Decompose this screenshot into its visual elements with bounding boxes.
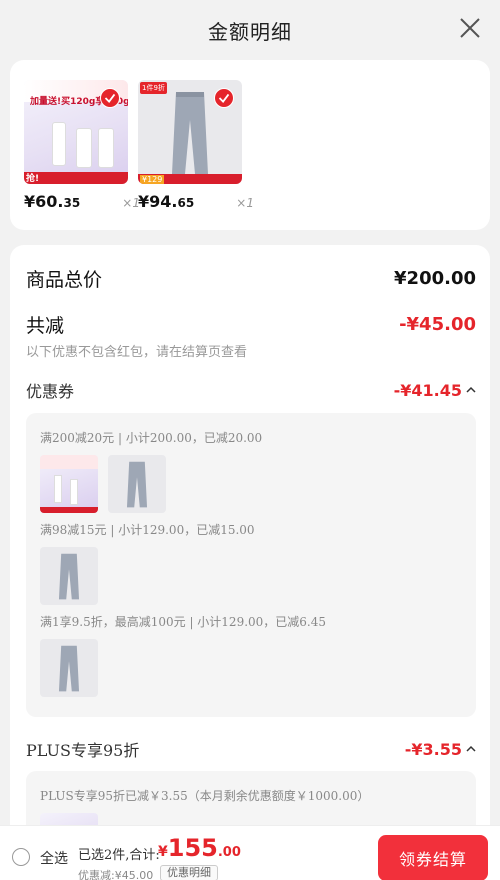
total-reduce-row: 共减 -¥45.00 bbox=[26, 311, 476, 338]
coupon-line: 满200减20元 | 小计200.00，已减20.00 bbox=[40, 431, 263, 445]
total-amount: ¥155.00 bbox=[158, 834, 241, 862]
products-card: 加量送!买120g享220g 抢! ¥60.35 ×1 1件9折 ¥129 ¥9… bbox=[10, 60, 490, 230]
selected-info: 已选2件,合计: bbox=[78, 848, 160, 863]
select-all-radio[interactable] bbox=[12, 848, 30, 866]
checkout-bar: 全选 已选2件,合计: ¥155.00 优惠减:¥45.00 优惠明细 领券结算 bbox=[0, 825, 500, 880]
product-price: ¥60.35 bbox=[24, 192, 81, 211]
coupon-product-thumbnail bbox=[40, 547, 98, 605]
coupon-row[interactable]: 优惠券 -¥41.45 bbox=[26, 378, 476, 402]
price-detail-card: 商品总价 ¥200.00 共减 -¥45.00 以下优惠不包含红包，请在结算页查… bbox=[10, 245, 490, 845]
product-item[interactable]: 加量送!买120g享220g 抢! ¥60.35 ×1 bbox=[24, 80, 140, 211]
plus-label: PLUS专享95折 bbox=[26, 741, 140, 760]
discount-detail-button[interactable]: 优惠明细 bbox=[160, 865, 218, 880]
product-item[interactable]: 1件9折 ¥129 ¥94.65 ×1 bbox=[138, 80, 254, 211]
coupon-detail-box: 满200减20元 | 小计200.00，已减20.00 满98减15元 | 小计… bbox=[26, 413, 476, 717]
page-title: 金额明细 bbox=[208, 19, 292, 44]
coupon-product-thumbnail bbox=[40, 639, 98, 697]
total-reduce-label: 共减 bbox=[26, 315, 65, 337]
product-thumbnail[interactable]: 加量送!买120g享220g 抢! bbox=[24, 80, 128, 184]
modal-header: 金额明细 bbox=[0, 0, 500, 60]
coupon-line: 满98减15元 | 小计129.00，已减15.00 bbox=[40, 523, 255, 537]
coupon-label: 优惠券 bbox=[26, 382, 75, 401]
plus-line: PLUS专享95折已减￥3.55（本月剩余优惠额度￥1000.00） bbox=[40, 789, 370, 803]
reduce-hint: 以下优惠不包含红包，请在结算页查看 bbox=[26, 345, 248, 360]
coupon-product-thumbnail bbox=[108, 455, 166, 513]
product-quantity: ×1 bbox=[236, 196, 254, 210]
chevron-up-icon[interactable] bbox=[466, 745, 476, 753]
coupon-product-thumbnail bbox=[40, 455, 98, 513]
product-tag: ¥129 bbox=[140, 175, 165, 184]
select-all-label[interactable]: 全选 bbox=[40, 848, 68, 868]
product-badge: 1件9折 bbox=[140, 82, 167, 94]
product-tag: 抢! bbox=[26, 174, 40, 184]
product-thumbnail[interactable]: 1件9折 ¥129 bbox=[138, 80, 242, 184]
total-reduce-value: -¥45.00 bbox=[399, 314, 476, 335]
total-price-label: 商品总价 bbox=[26, 269, 103, 291]
checked-icon[interactable] bbox=[100, 88, 120, 108]
checked-icon[interactable] bbox=[214, 88, 234, 108]
plus-value[interactable]: -¥3.55 bbox=[405, 740, 476, 759]
discount-amount: 优惠减:¥45.00 bbox=[78, 869, 154, 880]
plus-row[interactable]: PLUS专享95折 -¥3.55 bbox=[26, 737, 476, 761]
checkout-button[interactable]: 领券结算 bbox=[378, 835, 488, 880]
coupon-value[interactable]: -¥41.45 bbox=[394, 381, 476, 400]
total-price-value: ¥200.00 bbox=[394, 268, 476, 289]
product-price: ¥94.65 bbox=[138, 192, 195, 211]
close-icon[interactable] bbox=[458, 16, 482, 40]
chevron-up-icon[interactable] bbox=[466, 386, 476, 394]
coupon-line: 满1享9.5折，最高减100元 | 小计129.00，已减6.45 bbox=[40, 615, 327, 629]
total-price-row: 商品总价 ¥200.00 bbox=[26, 265, 476, 292]
